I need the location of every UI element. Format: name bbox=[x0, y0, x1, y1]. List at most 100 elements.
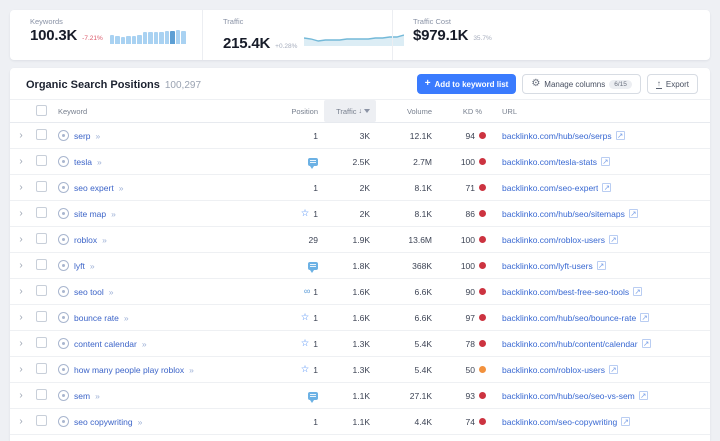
row-checkbox[interactable] bbox=[36, 311, 47, 322]
keyword-link[interactable]: tesla bbox=[74, 157, 92, 167]
row-checkbox[interactable] bbox=[36, 129, 47, 140]
keyword-column-header[interactable]: Keyword bbox=[58, 107, 250, 116]
table-row[interactable]: ›seo expert»12K8.1K71backlinko.com/seo-e… bbox=[10, 175, 710, 201]
url-link[interactable]: backlinko.com/roblox-users bbox=[502, 235, 605, 245]
open-keyword-icon[interactable]: » bbox=[124, 313, 129, 323]
external-link-icon[interactable]: ↗ bbox=[639, 391, 648, 400]
keyword-link[interactable]: serp bbox=[74, 131, 91, 141]
external-link-icon[interactable]: ↗ bbox=[609, 235, 618, 244]
open-keyword-icon[interactable]: » bbox=[138, 417, 143, 427]
row-expand-chevron[interactable]: › bbox=[10, 183, 32, 193]
select-all-checkbox[interactable] bbox=[36, 105, 47, 116]
keyword-circle-icon bbox=[58, 338, 69, 349]
traffic-column-header[interactable]: Traffic ↓ bbox=[324, 100, 376, 122]
external-link-icon[interactable]: ↗ bbox=[616, 131, 625, 140]
external-link-icon[interactable]: ↗ bbox=[609, 365, 618, 374]
url-link[interactable]: backlinko.com/seo-copywriting bbox=[502, 417, 617, 427]
keyword-link[interactable]: content calendar bbox=[74, 339, 137, 349]
sparkline-bar bbox=[154, 32, 159, 44]
open-keyword-icon[interactable]: » bbox=[95, 391, 100, 401]
add-to-keyword-list-button[interactable]: + Add to keyword list bbox=[417, 74, 517, 94]
row-checkbox[interactable] bbox=[36, 259, 47, 270]
row-expand-chevron[interactable]: › bbox=[10, 157, 32, 167]
row-checkbox[interactable] bbox=[36, 285, 47, 296]
organic-positions-panel: Organic Search Positions100,297 + Add to… bbox=[10, 68, 710, 441]
row-expand-chevron[interactable]: › bbox=[10, 391, 32, 401]
external-link-icon[interactable]: ↗ bbox=[642, 339, 651, 348]
external-link-icon[interactable]: ↗ bbox=[597, 261, 606, 270]
open-keyword-icon[interactable]: » bbox=[109, 287, 114, 297]
row-expand-chevron[interactable]: › bbox=[10, 339, 32, 349]
table-row[interactable]: ›seo copywriting»11.1K4.4K74backlinko.co… bbox=[10, 409, 710, 435]
table-row[interactable]: ›content calendar»☆11.3K5.4K78backlinko.… bbox=[10, 331, 710, 357]
row-expand-chevron[interactable]: › bbox=[10, 313, 32, 323]
url-link[interactable]: backlinko.com/hub/seo/sitemaps bbox=[502, 209, 625, 219]
external-link-icon[interactable]: ↗ bbox=[602, 183, 611, 192]
open-keyword-icon[interactable]: » bbox=[142, 339, 147, 349]
row-expand-chevron[interactable]: › bbox=[10, 261, 32, 271]
url-link[interactable]: backlinko.com/hub/seo/serps bbox=[502, 131, 612, 141]
table-row[interactable]: ›tesla»2.5K2.7M100backlinko.com/tesla-st… bbox=[10, 149, 710, 175]
keyword-link[interactable]: bounce rate bbox=[74, 313, 119, 323]
export-button[interactable]: ↑ Export bbox=[647, 74, 698, 94]
url-link[interactable]: backlinko.com/hub/content/calendar bbox=[502, 339, 638, 349]
url-column-header[interactable]: URL bbox=[488, 107, 710, 116]
open-keyword-icon[interactable]: » bbox=[90, 261, 95, 271]
keyword-link[interactable]: roblox bbox=[74, 235, 97, 245]
table-row[interactable]: ›sem»1.1K27.1K93backlinko.com/hub/seo/se… bbox=[10, 383, 710, 409]
volume-column-header[interactable]: Volume bbox=[376, 107, 438, 116]
table-row[interactable]: ›site map»☆12K8.1K86backlinko.com/hub/se… bbox=[10, 201, 710, 227]
open-keyword-icon[interactable]: » bbox=[97, 157, 102, 167]
keyword-link[interactable]: sem bbox=[74, 391, 90, 401]
keyword-link[interactable]: seo copywriting bbox=[74, 417, 133, 427]
external-link-icon[interactable]: ↗ bbox=[621, 417, 630, 426]
url-link[interactable]: backlinko.com/seo-expert bbox=[502, 183, 598, 193]
row-checkbox[interactable] bbox=[36, 389, 47, 400]
url-link[interactable]: backlinko.com/tesla-stats bbox=[502, 157, 597, 167]
table-row[interactable]: ›technical seo»☆11.1K4.6K89backlinko.com… bbox=[10, 435, 710, 441]
table-row[interactable]: ›lyft»1.8K368K100backlinko.com/lyft-user… bbox=[10, 253, 710, 279]
url-link[interactable]: backlinko.com/lyft-users bbox=[502, 261, 593, 271]
traffic-cost-delta: 35.7% bbox=[473, 35, 491, 42]
external-link-icon[interactable]: ↗ bbox=[633, 287, 642, 296]
table-row[interactable]: ›seo tool»∞11.6K6.6K90backlinko.com/best… bbox=[10, 279, 710, 305]
external-link-icon[interactable]: ↗ bbox=[601, 157, 610, 166]
traffic-cost-stat-row: $979.1K 35.7% bbox=[413, 28, 710, 44]
row-expand-chevron[interactable]: › bbox=[10, 209, 32, 219]
keyword-link[interactable]: how many people play roblox bbox=[74, 365, 184, 375]
table-row[interactable]: ›how many people play roblox»☆11.3K5.4K5… bbox=[10, 357, 710, 383]
row-expand-chevron[interactable]: › bbox=[10, 287, 32, 297]
table-row[interactable]: ›roblox»291.9K13.6M100backlinko.com/robl… bbox=[10, 227, 710, 253]
row-checkbox[interactable] bbox=[36, 415, 47, 426]
keyword-link[interactable]: lyft bbox=[74, 261, 85, 271]
row-expand-chevron[interactable]: › bbox=[10, 131, 32, 141]
keyword-link[interactable]: seo tool bbox=[74, 287, 104, 297]
table-row[interactable]: ›serp»13K12.1K94backlinko.com/hub/seo/se… bbox=[10, 123, 710, 149]
url-link[interactable]: backlinko.com/hub/seo/seo-vs-sem bbox=[502, 391, 635, 401]
keyword-link[interactable]: seo expert bbox=[74, 183, 114, 193]
open-keyword-icon[interactable]: » bbox=[96, 131, 101, 141]
row-checkbox[interactable] bbox=[36, 155, 47, 166]
external-link-icon[interactable]: ↗ bbox=[629, 209, 638, 218]
row-checkbox[interactable] bbox=[36, 181, 47, 192]
row-checkbox[interactable] bbox=[36, 337, 47, 348]
row-expand-chevron[interactable]: › bbox=[10, 235, 32, 245]
open-keyword-icon[interactable]: » bbox=[111, 209, 116, 219]
keyword-link[interactable]: site map bbox=[74, 209, 106, 219]
external-link-icon[interactable]: ↗ bbox=[640, 313, 649, 322]
open-keyword-icon[interactable]: » bbox=[119, 183, 124, 193]
url-link[interactable]: backlinko.com/best-free-seo-tools bbox=[502, 287, 629, 297]
kd-column-header[interactable]: KD % bbox=[438, 107, 488, 116]
row-expand-chevron[interactable]: › bbox=[10, 365, 32, 375]
table-row[interactable]: ›bounce rate»☆11.6K6.6K97backlinko.com/h… bbox=[10, 305, 710, 331]
row-checkbox[interactable] bbox=[36, 233, 47, 244]
row-checkbox[interactable] bbox=[36, 363, 47, 374]
open-keyword-icon[interactable]: » bbox=[102, 235, 107, 245]
url-link[interactable]: backlinko.com/hub/seo/bounce-rate bbox=[502, 313, 636, 323]
url-link[interactable]: backlinko.com/roblox-users bbox=[502, 365, 605, 375]
manage-columns-button[interactable]: ⚙ Manage columns 6/15 bbox=[522, 74, 641, 94]
position-column-header[interactable]: Position bbox=[250, 107, 324, 116]
open-keyword-icon[interactable]: » bbox=[189, 365, 194, 375]
row-checkbox[interactable] bbox=[36, 207, 47, 218]
row-expand-chevron[interactable]: › bbox=[10, 417, 32, 427]
